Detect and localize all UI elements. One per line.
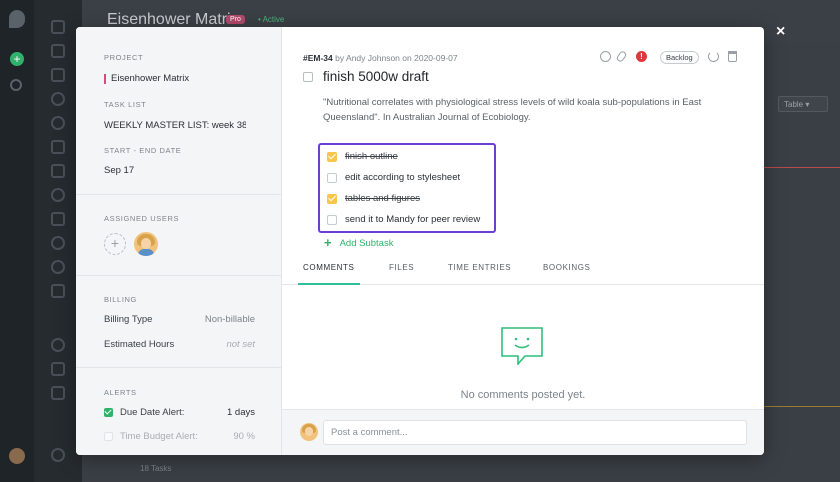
subtask-checkbox-checked[interactable]: [327, 194, 337, 204]
task-meta: #EM-34 by Andy Johnson on 2020-09-07: [303, 53, 458, 63]
document-icon[interactable]: [51, 44, 65, 58]
divider: [76, 367, 282, 368]
task-title[interactable]: finish 5000w draft: [323, 69, 429, 84]
due-date-alert-checkbox[interactable]: [104, 408, 113, 417]
project-label: PROJECT: [104, 53, 144, 62]
current-user-avatar: [300, 423, 318, 441]
divider: [76, 275, 282, 276]
assigned-users-label: ASSIGNED USERS: [104, 214, 180, 223]
add-subtask-button[interactable]: + Add Subtask: [324, 235, 393, 250]
calendar-icon[interactable]: [51, 164, 65, 178]
background-status: • Active: [258, 15, 285, 24]
status-badge[interactable]: Backlog: [660, 51, 699, 64]
tasklist-value[interactable]: WEEKLY MASTER LIST: week 38: [104, 120, 246, 131]
subtask-label: tables and figures: [345, 193, 420, 204]
project-color-bar: [104, 74, 106, 84]
billing-type-label: Billing Type: [104, 314, 153, 325]
sync-icon[interactable]: [51, 188, 65, 202]
view-select[interactable]: Table ▾: [778, 96, 828, 112]
tab-bookings[interactable]: BOOKINGS: [543, 263, 590, 272]
tasklist-label: TASK LIST: [104, 100, 147, 109]
plus-icon: +: [324, 235, 332, 250]
app-rail: +: [0, 0, 34, 482]
active-tab-indicator: [298, 283, 360, 285]
subtask-item[interactable]: finish outline: [327, 150, 497, 164]
task-description[interactable]: "Nutritional correlates with physiologic…: [323, 95, 743, 125]
add-subtask-label: Add Subtask: [339, 238, 394, 249]
inbox-icon[interactable]: [51, 362, 65, 376]
dates-value[interactable]: Sep 17: [104, 165, 134, 176]
clock-icon[interactable]: [51, 236, 65, 250]
empty-chat-icon: [501, 327, 543, 365]
repeat-icon[interactable]: [708, 51, 719, 62]
background-red-line: [764, 167, 840, 168]
subtask-checkbox[interactable]: [327, 173, 337, 183]
billing-type-value[interactable]: Non-billable: [205, 314, 255, 325]
app-sidebar: [34, 0, 82, 482]
add-user-button[interactable]: +: [104, 233, 126, 255]
due-date-alert-label: Due Date Alert:: [120, 407, 185, 418]
time-budget-alert-value[interactable]: 90 %: [233, 431, 255, 442]
subtask-label: edit according to stylesheet: [345, 172, 461, 183]
folder-icon[interactable]: [51, 68, 65, 82]
task-content-panel: #EM-34 by Andy Johnson on 2020-09-07 ! B…: [282, 27, 764, 455]
task-complete-checkbox[interactable]: [303, 72, 313, 82]
priority-alert-icon[interactable]: !: [636, 51, 647, 62]
dates-label: START - END DATE: [104, 146, 182, 155]
profile-avatar[interactable]: [9, 448, 25, 464]
subtask-label: send it to Mandy for peer review: [345, 214, 481, 225]
empty-comments-text: No comments posted yet.: [460, 389, 586, 401]
tab-time-entries[interactable]: TIME ENTRIES: [448, 263, 511, 272]
team-icon[interactable]: [51, 338, 65, 352]
billing-label: BILLING: [104, 295, 137, 304]
project-value[interactable]: Eisenhower Matrix: [111, 73, 189, 84]
trash-icon[interactable]: [728, 51, 737, 62]
time-budget-alert-label: Time Budget Alert:: [120, 431, 198, 442]
task-modal: PROJECT Eisenhower Matrix TASK LIST WEEK…: [76, 27, 764, 455]
task-id: #EM-34: [303, 53, 333, 63]
subtask-item[interactable]: tables and figures: [327, 192, 497, 206]
pie-chart-icon[interactable]: [51, 260, 65, 274]
task-by-text: by: [335, 53, 345, 63]
tab-bar: COMMENTS FILES TIME ENTRIES BOOKINGS: [282, 253, 764, 285]
app-logo-icon[interactable]: [9, 10, 25, 28]
background-badge: Pro: [226, 15, 245, 24]
chat-icon[interactable]: [51, 140, 65, 154]
user-icon[interactable]: [51, 92, 65, 106]
task-details-panel: PROJECT Eisenhower Matrix TASK LIST WEEK…: [76, 27, 282, 455]
help-icon[interactable]: [51, 448, 65, 462]
time-budget-alert-checkbox[interactable]: [104, 432, 113, 441]
assigned-user-avatar[interactable]: [134, 232, 158, 256]
task-date: 2020-09-07: [414, 53, 458, 63]
comment-bar: [282, 409, 764, 455]
due-date-alert-value[interactable]: 1 days: [227, 407, 255, 418]
task-author[interactable]: Andy Johnson: [346, 53, 400, 63]
dollar-icon[interactable]: [51, 116, 65, 130]
home-icon[interactable]: [51, 20, 65, 34]
estimated-hours-value[interactable]: not set: [226, 339, 255, 350]
quick-add-icon[interactable]: +: [10, 52, 24, 66]
clock-icon[interactable]: [600, 51, 611, 62]
tab-comments[interactable]: COMMENTS: [303, 263, 354, 272]
subtask-list: finish outline edit according to stylesh…: [318, 143, 496, 233]
close-modal-icon[interactable]: ×: [776, 24, 785, 40]
subtask-item[interactable]: edit according to stylesheet: [327, 171, 497, 185]
comment-input[interactable]: [323, 420, 747, 445]
subtask-checkbox[interactable]: [327, 215, 337, 225]
list-icon[interactable]: [51, 284, 65, 298]
settings-icon[interactable]: [51, 386, 65, 400]
divider: [76, 194, 282, 195]
task-on-text: on: [402, 53, 412, 63]
estimated-hours-label: Estimated Hours: [104, 339, 175, 350]
subtask-checkbox-checked[interactable]: [327, 152, 337, 162]
grid-icon[interactable]: [51, 212, 65, 226]
search-icon[interactable]: [10, 79, 22, 91]
background-task-count: 18 Tasks: [140, 464, 172, 473]
tab-files[interactable]: FILES: [389, 263, 414, 272]
alerts-label: ALERTS: [104, 388, 137, 397]
subtask-item[interactable]: send it to Mandy for peer review: [327, 213, 497, 227]
background-amber-line: [764, 406, 840, 407]
paperclip-icon[interactable]: [615, 49, 628, 64]
subtask-label: finish outline: [345, 151, 398, 162]
